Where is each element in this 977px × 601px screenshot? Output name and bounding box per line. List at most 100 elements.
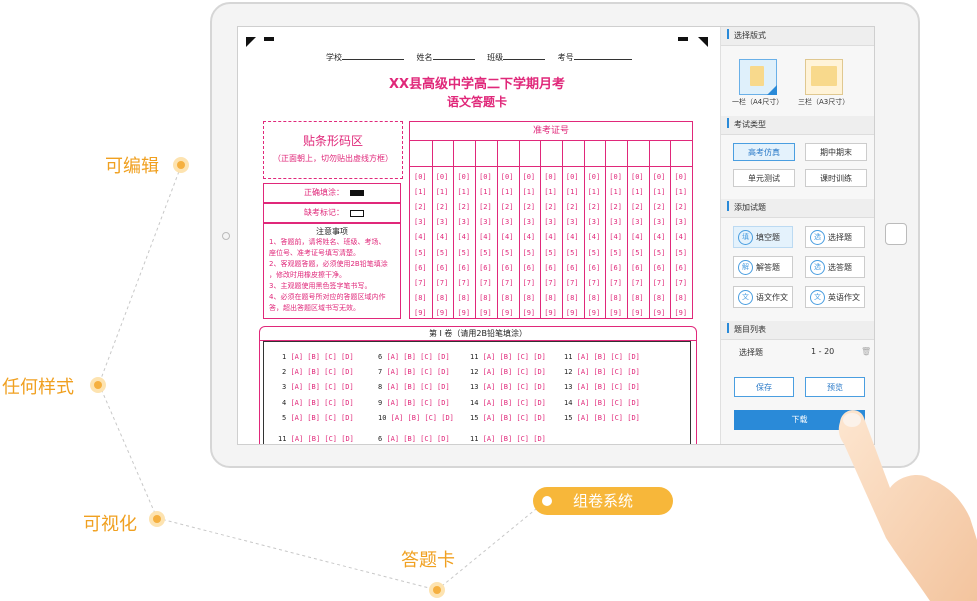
digit-bubble[interactable]: [1] [479, 188, 492, 196]
digit-bubble[interactable]: [2] [609, 203, 622, 211]
digit-bubble[interactable]: [8] [436, 294, 449, 302]
digit-bubble[interactable]: [9] [479, 309, 492, 317]
digit-bubble[interactable]: [7] [588, 279, 601, 287]
digit-bubble[interactable]: [7] [609, 279, 622, 287]
option-bubbles[interactable]: [A] [B] [C] [D] [386, 383, 449, 391]
digit-bubble[interactable]: [5] [479, 249, 492, 257]
question-row[interactable]: 13 [A] [B] [C] [D] [564, 383, 640, 391]
digit-bubble[interactable]: [0] [436, 173, 449, 181]
digit-bubble[interactable]: [6] [457, 264, 470, 272]
digit-bubble[interactable]: [2] [588, 203, 601, 211]
question-row[interactable]: 11 [A] [B] [C] [D] [470, 353, 546, 361]
digit-bubble[interactable]: [2] [653, 203, 666, 211]
digit-bubble[interactable]: [5] [501, 249, 514, 257]
digit-bubble[interactable]: [5] [588, 249, 601, 257]
digit-bubble[interactable]: [5] [544, 249, 557, 257]
digit-bubble[interactable]: [0] [501, 173, 514, 181]
digit-bubble[interactable]: [8] [414, 294, 427, 302]
digit-bubble[interactable]: [9] [631, 309, 644, 317]
digit-bubble[interactable]: [2] [414, 203, 427, 211]
digit-bubble[interactable]: [5] [523, 249, 536, 257]
digit-bubble[interactable]: [2] [674, 203, 687, 211]
absent-box[interactable] [350, 210, 364, 217]
digit-bubble[interactable]: [7] [544, 279, 557, 287]
question-row[interactable]: 6 [A] [B] [C] [D] [378, 435, 450, 443]
digit-bubble[interactable]: [4] [479, 233, 492, 241]
option-bubbles[interactable]: [A] [B] [C] [D] [386, 368, 449, 376]
digit-bubble[interactable]: [2] [479, 203, 492, 211]
digit-bubble[interactable]: [5] [457, 249, 470, 257]
digit-bubble[interactable]: [3] [523, 218, 536, 226]
digit-bubble[interactable]: [2] [501, 203, 514, 211]
digit-bubble[interactable]: [8] [674, 294, 687, 302]
digit-bubble[interactable]: [8] [501, 294, 514, 302]
digit-bubble[interactable]: [2] [631, 203, 644, 211]
field-line[interactable] [342, 49, 404, 60]
digit-bubble[interactable]: [5] [631, 249, 644, 257]
question-type-button[interactable]: 文语文作文 [733, 286, 793, 308]
option-bubbles[interactable]: [A] [B] [C] [D] [577, 353, 640, 361]
digit-bubble[interactable]: [4] [674, 233, 687, 241]
option-bubbles[interactable]: [A] [B] [C] [D] [391, 414, 454, 422]
digit-bubble[interactable]: [9] [609, 309, 622, 317]
digit-bubble[interactable]: [6] [501, 264, 514, 272]
digit-bubble[interactable]: [1] [631, 188, 644, 196]
question-row[interactable]: 11 [A] [B] [C] [D] [278, 435, 354, 443]
digit-bubble[interactable]: [8] [609, 294, 622, 302]
layout-one-column[interactable] [739, 59, 777, 95]
option-bubbles[interactable]: [A] [B] [C] [D] [290, 368, 353, 376]
digit-bubble[interactable]: [1] [414, 188, 427, 196]
digit-bubble[interactable]: [7] [523, 279, 536, 287]
digit-bubble[interactable]: [9] [523, 309, 536, 317]
digit-bubble[interactable]: [5] [414, 249, 427, 257]
digit-bubble[interactable]: [7] [457, 279, 470, 287]
question-type-button[interactable]: 选选择题 [805, 226, 865, 248]
option-bubbles[interactable]: [A] [B] [C] [D] [577, 383, 640, 391]
digit-bubble[interactable]: [9] [436, 309, 449, 317]
question-row[interactable]: 7 [A] [B] [C] [D] [378, 368, 450, 376]
question-row[interactable]: 14 [A] [B] [C] [D] [470, 399, 546, 407]
digit-bubble[interactable]: [0] [609, 173, 622, 181]
digit-bubble[interactable]: [6] [609, 264, 622, 272]
digit-bubble[interactable]: [9] [653, 309, 666, 317]
question-row[interactable]: 5 [A] [B] [C] [D] [282, 414, 354, 422]
digit-bubble[interactable]: [0] [414, 173, 427, 181]
digit-bubble[interactable]: [1] [436, 188, 449, 196]
digit-bubble[interactable]: [3] [674, 218, 687, 226]
digit-bubble[interactable]: [4] [457, 233, 470, 241]
digit-bubble[interactable]: [6] [588, 264, 601, 272]
digit-bubble[interactable]: [4] [523, 233, 536, 241]
option-bubbles[interactable]: [A] [B] [C] [D] [483, 368, 546, 376]
digit-bubble[interactable]: [3] [436, 218, 449, 226]
option-bubbles[interactable]: [A] [B] [C] [D] [483, 399, 546, 407]
digit-bubble[interactable]: [3] [631, 218, 644, 226]
digit-bubble[interactable]: [2] [436, 203, 449, 211]
digit-bubble[interactable]: [3] [566, 218, 579, 226]
digit-bubble[interactable]: [0] [674, 173, 687, 181]
exam-type-midterm[interactable]: 期中期末 [805, 143, 867, 161]
digit-bubble[interactable]: [4] [588, 233, 601, 241]
digit-bubble[interactable]: [5] [609, 249, 622, 257]
digit-bubble[interactable]: [8] [631, 294, 644, 302]
digit-bubble[interactable]: [6] [436, 264, 449, 272]
question-row[interactable]: 11 [A] [B] [C] [D] [564, 353, 640, 361]
question-row[interactable]: 12 [A] [B] [C] [D] [470, 368, 546, 376]
digit-bubble[interactable]: [0] [479, 173, 492, 181]
question-type-button[interactable]: 选选答题 [805, 256, 865, 278]
question-row[interactable]: 2 [A] [B] [C] [D] [282, 368, 354, 376]
digit-bubble[interactable]: [1] [544, 188, 557, 196]
digit-bubble[interactable]: [0] [566, 173, 579, 181]
exam-type-unit[interactable]: 单元测试 [733, 169, 795, 187]
question-row[interactable]: 4 [A] [B] [C] [D] [282, 399, 354, 407]
option-bubbles[interactable]: [A] [B] [C] [D] [386, 399, 449, 407]
option-bubbles[interactable]: [A] [B] [C] [D] [386, 435, 449, 443]
digit-bubble[interactable]: [5] [566, 249, 579, 257]
digit-bubble[interactable]: [6] [566, 264, 579, 272]
digit-bubble[interactable]: [2] [544, 203, 557, 211]
digit-bubble[interactable]: [6] [523, 264, 536, 272]
digit-bubble[interactable]: [6] [544, 264, 557, 272]
digit-bubble[interactable]: [4] [631, 233, 644, 241]
digit-bubble[interactable]: [8] [457, 294, 470, 302]
digit-bubble[interactable]: [2] [523, 203, 536, 211]
exam-type-lesson[interactable]: 课时训练 [805, 169, 867, 187]
